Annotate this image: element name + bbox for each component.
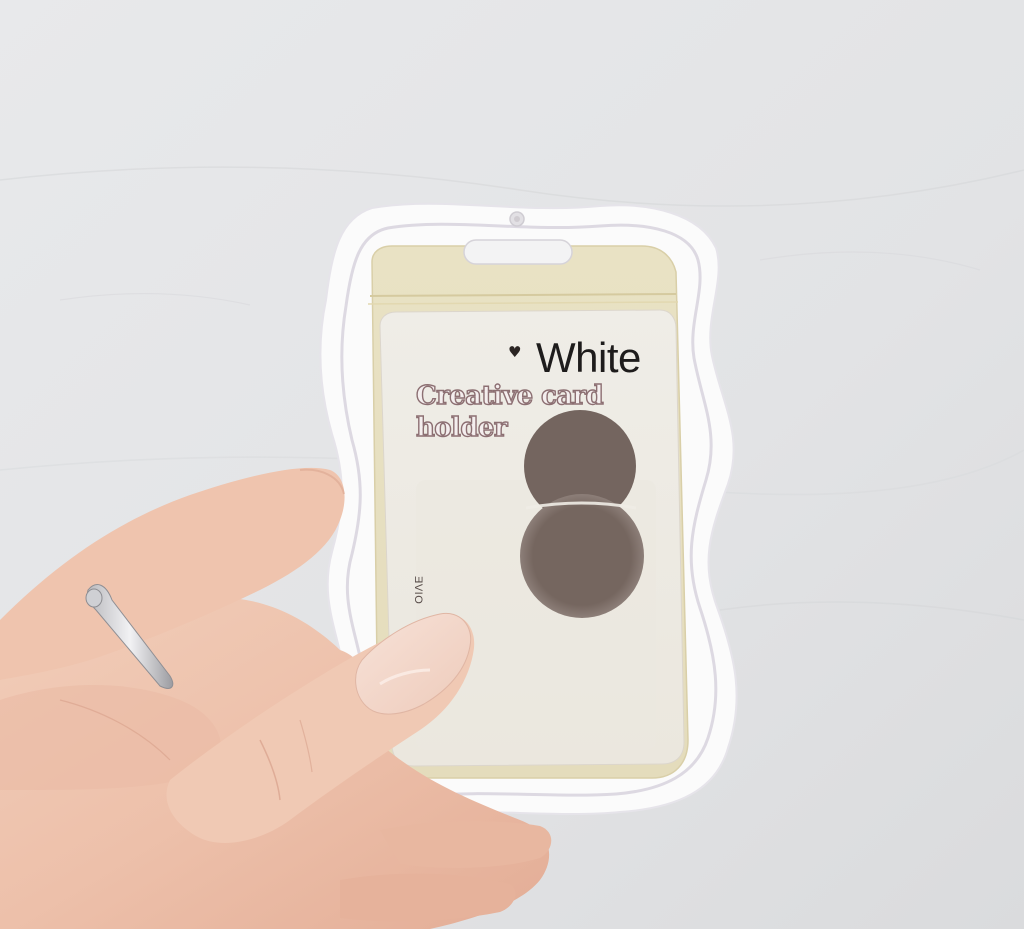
card-brand-text: White (536, 334, 641, 381)
card-headline: Creative card holder (415, 380, 606, 444)
card-headline-line2: holder (415, 412, 508, 443)
card-circle-bottom (520, 494, 644, 618)
heart-icon: ♥ (508, 343, 522, 361)
wall-background (0, 0, 1024, 929)
photo-scene: ♥ White Creative card holder ƎVIO (0, 0, 1024, 929)
card-headline-line1: Creative card (415, 380, 604, 411)
card-side-text: ƎVIO (412, 576, 424, 605)
